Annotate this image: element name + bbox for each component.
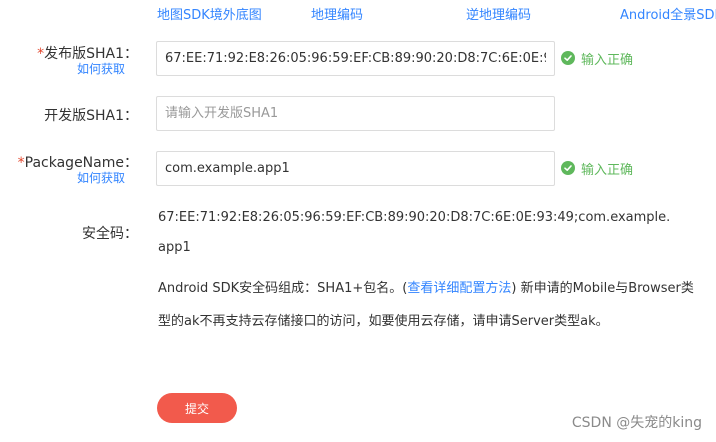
security-code-label: 安全码： [82, 226, 138, 242]
debug-sha1-label: 开发版SHA1： [44, 108, 138, 124]
security-code-description: Android SDK安全码组成：SHA1+包名。(查看详细配置方法) 新申请的… [158, 272, 698, 338]
package-name-status: 输入正确 [561, 159, 634, 178]
description-text-before: Android SDK安全码组成：SHA1+包名。( [158, 281, 408, 296]
release-sha1-status: 输入正确 [561, 49, 634, 68]
top-link-geocoding[interactable]: 地理编码 [311, 4, 363, 23]
check-circle-icon [561, 51, 575, 65]
package-name-howto-link[interactable]: 如何获取 [77, 169, 125, 186]
watermark: CSDN @失宠的king [571, 415, 702, 431]
top-link-reverse-geocoding[interactable]: 逆地理编码 [466, 4, 531, 23]
top-link-overseas-basemap[interactable]: 地图SDK境外底图 [157, 4, 262, 23]
app-key-config-page: 地图SDK境外底图 地理编码 逆地理编码 Android全景SDK *发布版SH… [0, 0, 716, 442]
release-sha1-input[interactable] [156, 41, 555, 76]
security-code-value: 67:EE:71:92:E8:26:05:96:59:EF:CB:89:90:2… [158, 210, 671, 255]
top-link-android-panorama-sdk[interactable]: Android全景SDK [620, 4, 716, 23]
release-sha1-howto-link[interactable]: 如何获取 [77, 60, 125, 77]
release-sha1-status-text: 输入正确 [581, 52, 634, 68]
config-method-link[interactable]: 查看详细配置方法 [407, 281, 511, 296]
check-circle-icon [561, 161, 575, 175]
package-name-status-text: 输入正确 [581, 162, 634, 178]
required-mark: * [17, 155, 25, 171]
debug-sha1-input[interactable] [156, 96, 555, 131]
top-link-bar: 地图SDK境外底图 地理编码 逆地理编码 Android全景SDK [0, 4, 716, 26]
package-name-input[interactable] [156, 151, 555, 186]
submit-button[interactable]: 提交 [157, 393, 237, 423]
